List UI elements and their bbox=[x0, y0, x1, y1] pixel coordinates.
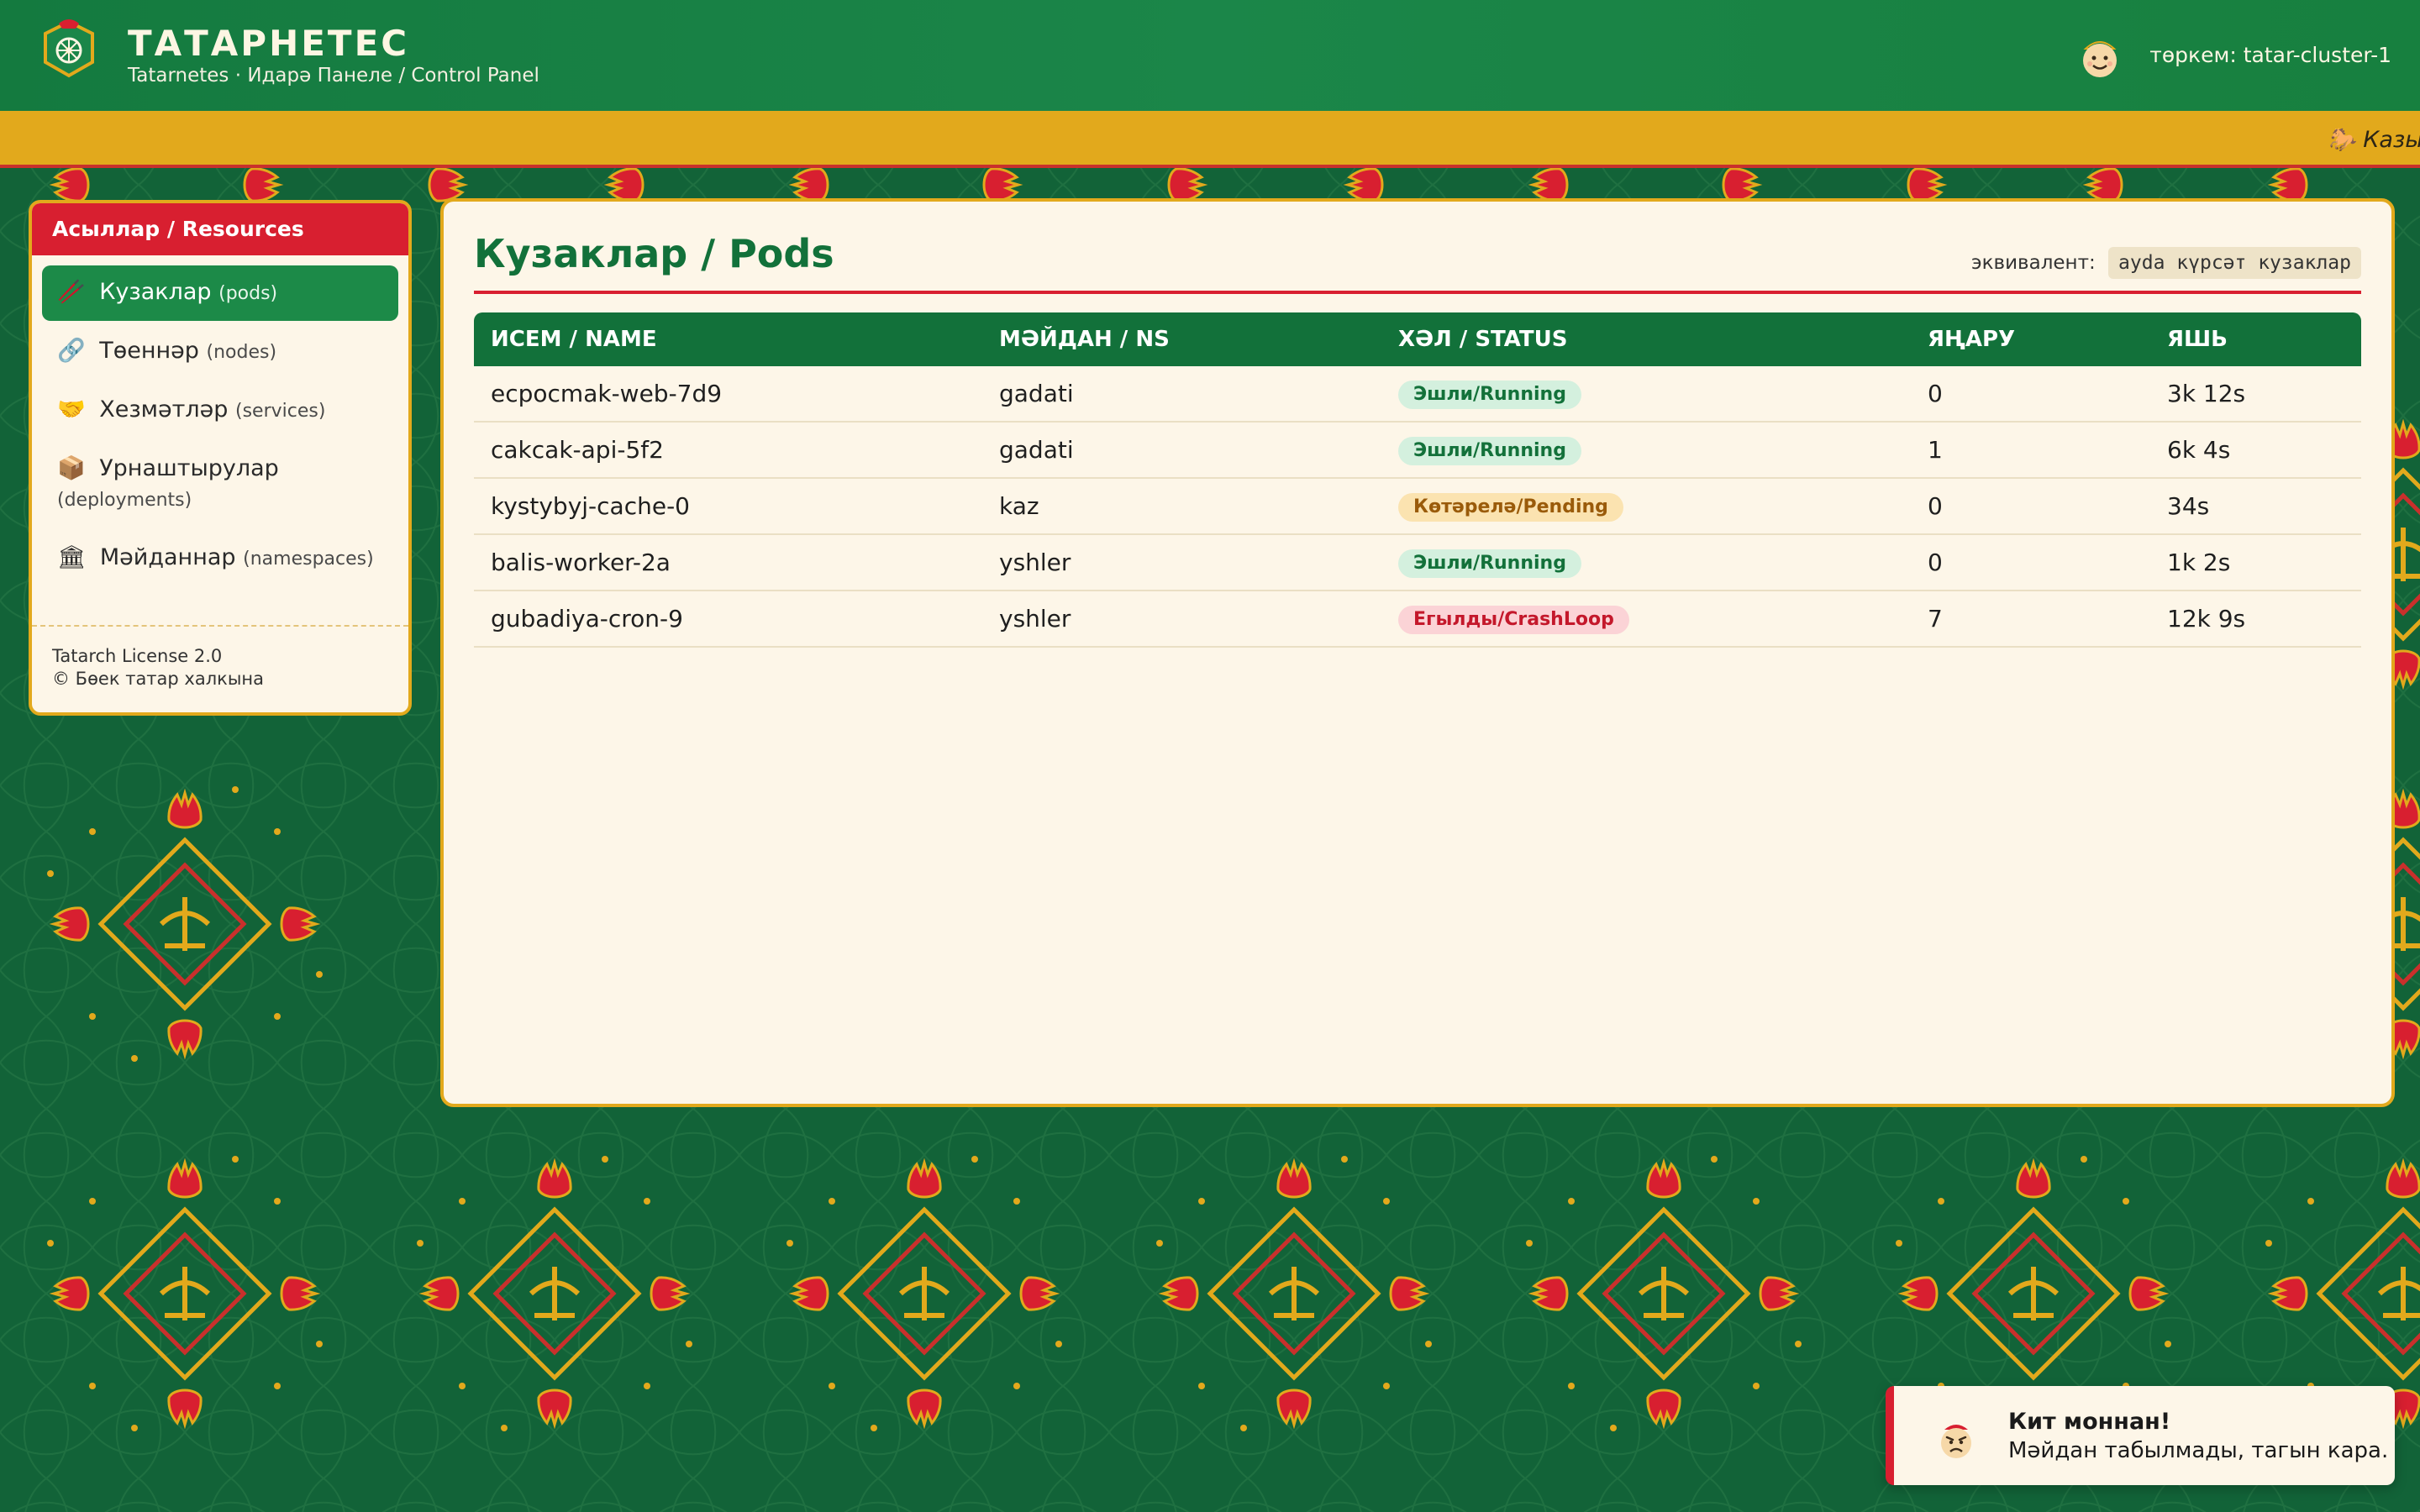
pod-namespace: yshler bbox=[982, 591, 1381, 648]
pod-restarts: 0 bbox=[1911, 534, 2150, 591]
angry-face-icon bbox=[1941, 1425, 1971, 1458]
announcement-ticker: 🐎 Казыл bbox=[0, 111, 2420, 168]
equivalent-command-code[interactable]: ayda күрсәт кузаклар bbox=[2108, 247, 2361, 279]
ticker-text: 🐎 Казыл bbox=[2328, 127, 2420, 153]
title-divider bbox=[474, 291, 2361, 294]
pod-status-cell: Егылды/CrashLoop bbox=[1381, 591, 1911, 648]
app-title: ТАТАРНЕТЕС bbox=[128, 23, 410, 64]
package-icon: 📦 bbox=[57, 455, 86, 481]
pod-namespace: gadati bbox=[982, 422, 1381, 479]
table-row[interactable]: kystybyj-cache-0 kaz Көтәрелә/Pending 0 … bbox=[474, 478, 2361, 535]
column-header-name[interactable]: ИСЕМ / NAME bbox=[474, 312, 982, 366]
link-icon: 🔗 bbox=[57, 338, 86, 364]
pod-restarts: 7 bbox=[1911, 591, 2150, 648]
pod-icon: 🥢 bbox=[57, 279, 86, 305]
pod-restarts: 1 bbox=[1911, 422, 2150, 479]
sidebar-footer: Tatarch License 2.0 © Бөек татар халкына bbox=[32, 625, 408, 712]
pod-name[interactable]: gubadiya-cron-9 bbox=[474, 591, 982, 648]
sidebar-item-sub: (deployments) bbox=[57, 490, 192, 511]
pod-restarts: 0 bbox=[1911, 478, 2150, 535]
resource-nav-list: 🥢 Кузаклар (pods) 🔗 Төеннәр (nodes) 🤝 Хе… bbox=[32, 255, 408, 586]
pod-age: 3k 12s bbox=[2150, 366, 2361, 423]
sidebar-item-label: Мәйданнар bbox=[99, 544, 236, 570]
table-row[interactable]: balis-worker-2a yshler Эшли/Running 0 1k… bbox=[474, 534, 2361, 591]
sidebar-item-label: Төеннәр bbox=[99, 338, 199, 364]
pod-name[interactable]: balis-worker-2a bbox=[474, 534, 982, 591]
pod-name[interactable]: kystybyj-cache-0 bbox=[474, 478, 982, 535]
copyright-text: © Бөек татар халкына bbox=[52, 669, 264, 689]
cluster-label[interactable]: төркем: tatar-cluster-1 bbox=[2149, 40, 2391, 71]
sidebar-item-namespaces[interactable]: 🏛 Мәйданнар (namespaces) bbox=[42, 531, 398, 586]
toast-message: Мәйдан табылмады, тагын кара. bbox=[2008, 1438, 2389, 1463]
license-text: Tatarch License 2.0 bbox=[52, 646, 223, 666]
sidebar-item-sub: (nodes) bbox=[206, 342, 277, 363]
sidebar-item-pods[interactable]: 🥢 Кузаклар (pods) bbox=[42, 265, 398, 321]
tatarnetes-logo-icon[interactable] bbox=[39, 17, 99, 81]
column-header-restarts[interactable]: ЯҢАРУ bbox=[1911, 312, 2150, 366]
column-header-age[interactable]: ЯШЬ bbox=[2150, 312, 2361, 366]
sidebar-item-label: Урнаштырулар bbox=[99, 455, 279, 481]
table-row[interactable]: gubadiya-cron-9 yshler Егылды/CrashLoop … bbox=[474, 591, 2361, 648]
sidebar-item-services[interactable]: 🤝 Хезмәтләр (services) bbox=[42, 383, 398, 438]
pod-age: 34s bbox=[2150, 478, 2361, 535]
error-toast[interactable]: Кит моннан! Мәйдан табылмады, тагын кара… bbox=[1886, 1386, 2395, 1485]
pod-age: 6k 4s bbox=[2150, 422, 2361, 479]
pod-namespace: kaz bbox=[982, 478, 1381, 535]
user-avatar-icon[interactable] bbox=[2074, 32, 2126, 84]
column-header-namespace[interactable]: МӘЙДАН / NS bbox=[982, 312, 1381, 366]
table-row[interactable]: ecpocmak-web-7d9 gadati Эшли/Running 0 3… bbox=[474, 366, 2361, 423]
building-icon: 🏛 bbox=[57, 544, 87, 570]
sidebar-item-nodes[interactable]: 🔗 Төеннәр (nodes) bbox=[42, 324, 398, 380]
pod-status-cell: Эшли/Running bbox=[1381, 534, 1911, 591]
app-subtitle: Tatarnetes · Идарә Панеле / Control Pane… bbox=[128, 65, 539, 87]
pod-status-cell: Эшли/Running bbox=[1381, 366, 1911, 423]
sidebar-item-label: Хезмәтләр bbox=[99, 396, 229, 423]
sidebar-item-label: Кузаклар bbox=[99, 279, 212, 305]
status-badge: Эшли/Running bbox=[1398, 437, 1581, 465]
handshake-icon: 🤝 bbox=[57, 396, 86, 423]
status-badge: Егылды/CrashLoop bbox=[1398, 606, 1629, 634]
pod-name[interactable]: cakcak-api-5f2 bbox=[474, 422, 982, 479]
sidebar-item-sub: (namespaces) bbox=[243, 549, 374, 570]
sidebar-item-deployments[interactable]: 📦 Урнаштырулар (deployments) bbox=[42, 442, 398, 528]
equivalent-command: эквивалент: ayda күрсәт кузаклар bbox=[1971, 247, 2361, 279]
table-row[interactable]: cakcak-api-5f2 gadati Эшли/Running 1 6k … bbox=[474, 422, 2361, 479]
page-title: Кузаклар / Pods bbox=[474, 231, 834, 276]
table-header-row: ИСЕМ / NAME МӘЙДАН / NS ХӘЛ / STATUS ЯҢА… bbox=[474, 312, 2361, 366]
pods-table: ИСЕМ / NAME МӘЙДАН / NS ХӘЛ / STATUS ЯҢА… bbox=[474, 312, 2361, 648]
status-badge: Эшли/Running bbox=[1398, 549, 1581, 578]
resources-sidebar: Асыллар / Resources 🥢 Кузаклар (pods) 🔗 … bbox=[29, 200, 412, 716]
pod-status-cell: Эшли/Running bbox=[1381, 422, 1911, 479]
column-header-status[interactable]: ХӘЛ / STATUS bbox=[1381, 312, 1911, 366]
pod-name[interactable]: ecpocmak-web-7d9 bbox=[474, 366, 982, 423]
pod-status-cell: Көтәрелә/Pending bbox=[1381, 478, 1911, 535]
pod-age: 1k 2s bbox=[2150, 534, 2361, 591]
sidebar-item-sub: (pods) bbox=[218, 283, 278, 304]
app-header: ТАТАРНЕТЕС Tatarnetes · Идарә Панеле / C… bbox=[0, 0, 2420, 111]
toast-title: Кит моннан! bbox=[2008, 1409, 2171, 1435]
pod-restarts: 0 bbox=[1911, 366, 2150, 423]
equivalent-label: эквивалент: bbox=[1971, 252, 2096, 274]
pods-panel: Кузаклар / Pods эквивалент: ayda күрсәт … bbox=[440, 198, 2395, 1107]
sidebar-item-sub: (services) bbox=[235, 401, 326, 422]
pod-namespace: yshler bbox=[982, 534, 1381, 591]
sidebar-heading: Асыллар / Resources bbox=[32, 203, 408, 255]
pod-namespace: gadati bbox=[982, 366, 1381, 423]
pod-age: 12k 9s bbox=[2150, 591, 2361, 648]
status-badge: Көтәрелә/Pending bbox=[1398, 493, 1623, 522]
status-badge: Эшли/Running bbox=[1398, 381, 1581, 409]
